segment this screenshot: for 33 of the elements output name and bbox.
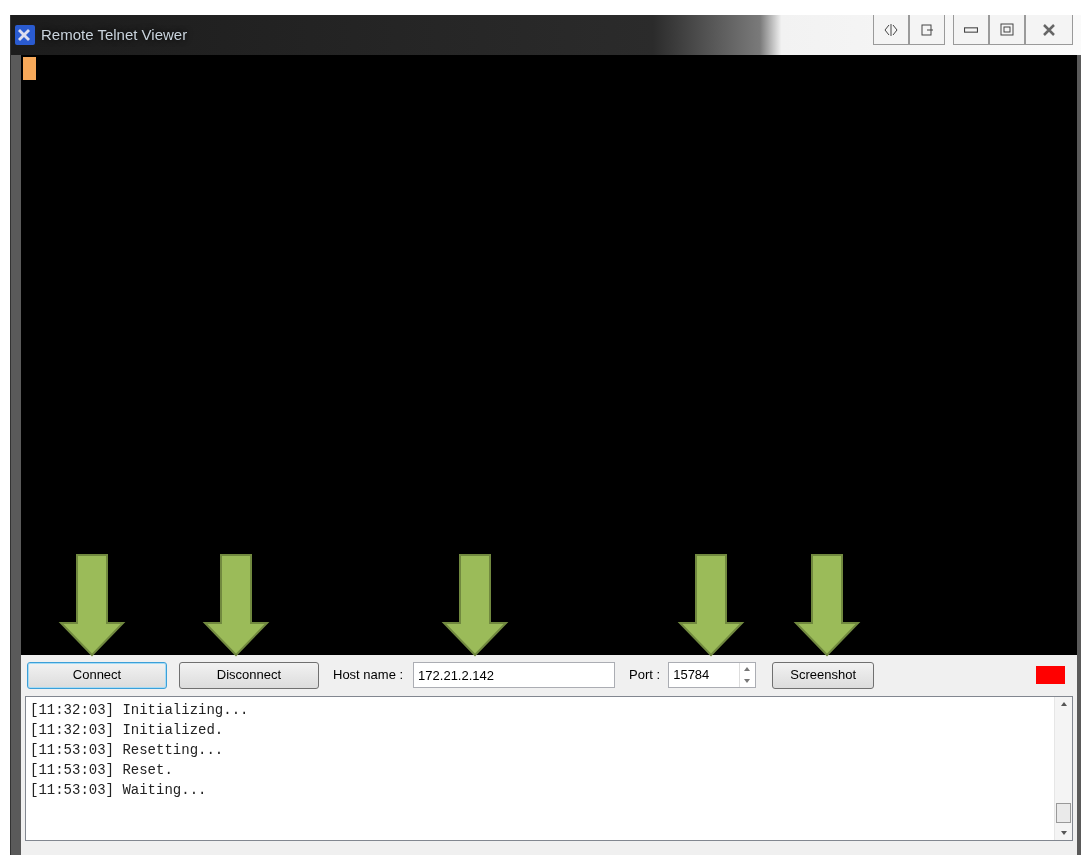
app-icon: [15, 25, 35, 45]
scroll-down-icon[interactable]: [1058, 829, 1069, 837]
split-arrows-icon: [884, 22, 898, 37]
close-button[interactable]: [1025, 15, 1073, 45]
log-line: [11:32:03] Initialized.: [30, 721, 225, 740]
down-arrow-icon: [58, 554, 126, 657]
host-name-field[interactable]: 172.21.2.142: [413, 662, 616, 688]
scroll-thumb[interactable]: [1056, 803, 1071, 823]
port-label: Port :: [629, 666, 661, 685]
scroll-up-icon[interactable]: [1058, 700, 1069, 708]
log-line: [11:32:03] Initializing...: [30, 701, 250, 720]
connect-button[interactable]: Connect: [27, 661, 167, 689]
log-line: [11:53:03] Waiting...: [30, 781, 208, 800]
down-arrow-icon: [677, 554, 745, 657]
disconnect-button[interactable]: Disconnect: [179, 661, 319, 689]
split-view-button[interactable]: [873, 15, 909, 45]
screenshot-button[interactable]: Screenshot: [772, 661, 875, 689]
port-spinner[interactable]: 15784: [668, 662, 757, 688]
down-arrow-icon: [441, 554, 509, 657]
window-title: Remote Telnet Viewer: [41, 24, 188, 45]
down-arrow-icon: [202, 554, 270, 657]
maximize-icon: [1000, 22, 1014, 37]
maximize-button[interactable]: [989, 15, 1025, 45]
minimize-button[interactable]: [953, 15, 989, 45]
close-icon: [1042, 22, 1056, 37]
minimize-icon: [964, 26, 978, 33]
log-line: [11:53:03] Reset.: [30, 761, 174, 780]
down-arrow-icon: [793, 554, 861, 657]
log-line: [11:53:03] Resetting...: [30, 741, 225, 760]
export-button[interactable]: [909, 15, 945, 45]
host-name-label: Host name :: [333, 666, 404, 685]
scrollbar[interactable]: [1054, 697, 1072, 840]
export-icon: [920, 22, 934, 37]
